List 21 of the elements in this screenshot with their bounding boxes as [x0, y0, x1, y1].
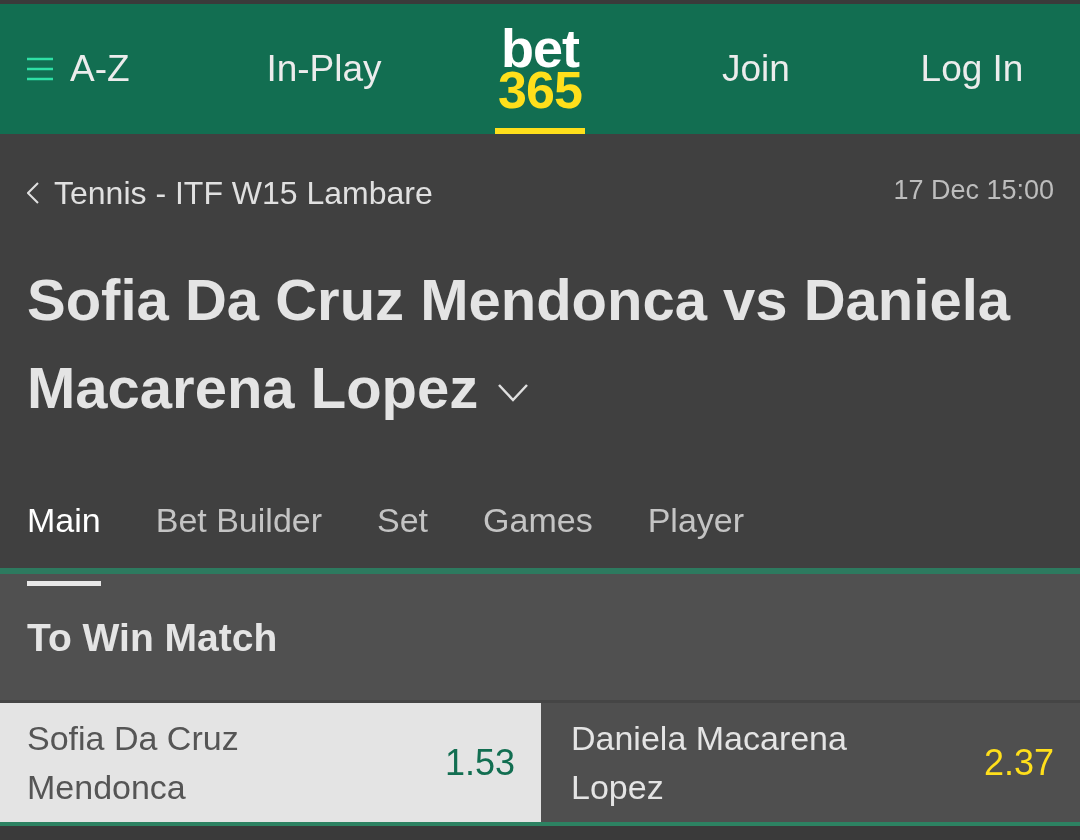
odds-value: 1.53 — [444, 741, 515, 784]
odds-value: 2.37 — [983, 741, 1054, 784]
odds-selection-button[interactable]: Daniela Macarena Lopez 2.37 — [541, 703, 1080, 822]
player-name: Sofia Da Cruz Mendonca — [27, 717, 240, 808]
market-tab[interactable]: Games — [483, 500, 593, 586]
menu-icon — [27, 57, 53, 81]
market-tab[interactable]: Set — [377, 500, 429, 586]
market-tab[interactable]: Bet Builder — [155, 500, 323, 586]
market-tab[interactable]: Player — [647, 500, 745, 586]
match-title-dropdown[interactable]: Sofia Da Cruz Mendonca vs Daniela Macarena Lopez — [27, 256, 1060, 432]
nav-link[interactable]: Join — [722, 4, 790, 134]
odds-selection-button[interactable]: Sofia Da Cruz Mendonca 1.53 — [0, 703, 541, 822]
event-start-time: 17 Dec 15:00 — [893, 174, 1054, 207]
a-z-menu-button[interactable]: A-Z — [27, 4, 130, 134]
chevron-down-icon — [498, 383, 529, 402]
chevron-left-icon — [27, 182, 39, 204]
player-name: Daniela Macarena Lopez — [571, 717, 848, 808]
market-title: To Win Match — [27, 616, 278, 660]
breadcrumb-link[interactable]: Tennis - ITF W15 Lambare — [27, 173, 433, 213]
nav-link[interactable]: Log In — [920, 4, 1024, 134]
nav-link[interactable]: In-Play — [266, 4, 382, 134]
